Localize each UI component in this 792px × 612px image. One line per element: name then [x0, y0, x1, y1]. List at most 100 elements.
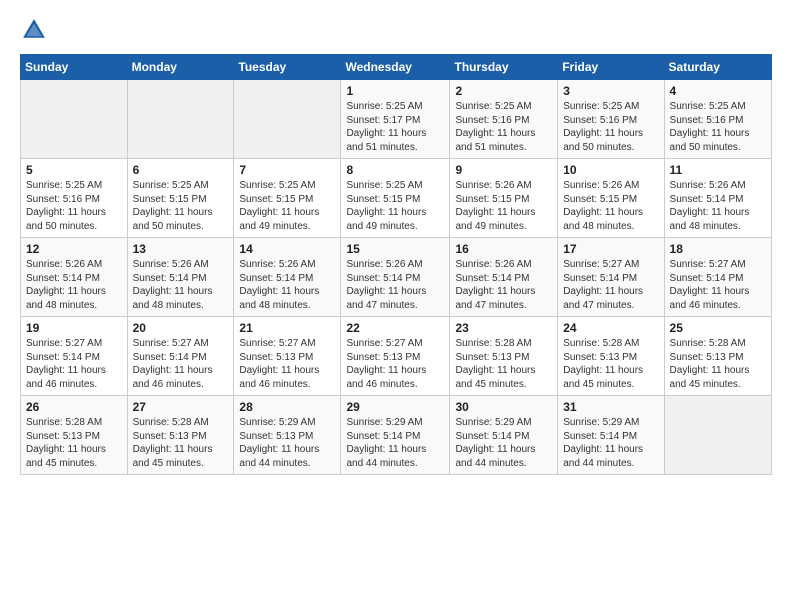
- calendar-week-4: 19 Sunrise: 5:27 AM Sunset: 5:14 PM Dayli…: [21, 317, 772, 396]
- calendar-cell: 19 Sunrise: 5:27 AM Sunset: 5:14 PM Dayli…: [21, 317, 128, 396]
- calendar-cell: 5Sunrise: 5:25 AM Sunset: 5:16 PM Daylig…: [21, 159, 128, 238]
- day-info: Sunrise: 5:26 AM Sunset: 5:14 PM Dayligh…: [133, 258, 229, 312]
- day-info: Sunrise: 5:25 AM Sunset: 5:16 PM Dayligh…: [563, 100, 658, 154]
- day-number: 17: [563, 242, 658, 256]
- weekday-header-friday: Friday: [558, 55, 664, 80]
- logo-icon: [20, 16, 48, 44]
- day-info: Sunrise: 5:25 AM Sunset: 5:15 PM Dayligh…: [346, 179, 444, 233]
- day-number: 30: [455, 400, 552, 414]
- day-number: 14: [239, 242, 335, 256]
- weekday-header-wednesday: Wednesday: [341, 55, 450, 80]
- day-number: 27: [133, 400, 229, 414]
- day-number: 28: [239, 400, 335, 414]
- day-number: 18: [670, 242, 766, 256]
- calendar-cell: 17 Sunrise: 5:27 AM Sunset: 5:14 PM Dayli…: [558, 238, 664, 317]
- calendar-cell: 27 Sunrise: 5:28 AM Sunset: 5:13 PM Dayli…: [127, 396, 234, 475]
- day-info: Sunrise: 5:25 AM Sunset: 5:16 PM Dayligh…: [455, 100, 552, 154]
- day-info: Sunrise: 5:25 AM Sunset: 5:17 PM Dayligh…: [346, 100, 444, 154]
- day-info: Sunrise: 5:27 AM Sunset: 5:14 PM Dayligh…: [563, 258, 658, 312]
- day-number: 2: [455, 84, 552, 98]
- weekday-header-tuesday: Tuesday: [234, 55, 341, 80]
- day-number: 7: [239, 163, 335, 177]
- calendar-cell: 22Sunrise: 5:27 AM Sunset: 5:13 PM Dayli…: [341, 317, 450, 396]
- calendar-cell: 13 Sunrise: 5:26 AM Sunset: 5:14 PM Dayli…: [127, 238, 234, 317]
- day-info: Sunrise: 5:27 AM Sunset: 5:13 PM Dayligh…: [346, 337, 444, 391]
- day-number: 24: [563, 321, 658, 335]
- day-number: 19: [26, 321, 122, 335]
- day-number: 12: [26, 242, 122, 256]
- day-number: 21: [239, 321, 335, 335]
- logo: [20, 16, 52, 44]
- day-info: Sunrise: 5:29 AM Sunset: 5:14 PM Dayligh…: [346, 416, 444, 470]
- day-info: Sunrise: 5:26 AM Sunset: 5:14 PM Dayligh…: [26, 258, 122, 312]
- day-number: 4: [670, 84, 766, 98]
- day-info: Sunrise: 5:26 AM Sunset: 5:14 PM Dayligh…: [239, 258, 335, 312]
- day-info: Sunrise: 5:28 AM Sunset: 5:13 PM Dayligh…: [26, 416, 122, 470]
- calendar-cell: 4Sunrise: 5:25 AM Sunset: 5:16 PM Daylig…: [664, 80, 771, 159]
- day-info: Sunrise: 5:27 AM Sunset: 5:14 PM Dayligh…: [26, 337, 122, 391]
- calendar-cell: 21 Sunrise: 5:27 AM Sunset: 5:13 PM Dayli…: [234, 317, 341, 396]
- day-info: Sunrise: 5:26 AM Sunset: 5:15 PM Dayligh…: [563, 179, 658, 233]
- calendar-cell: 20 Sunrise: 5:27 AM Sunset: 5:14 PM Dayli…: [127, 317, 234, 396]
- day-number: 25: [670, 321, 766, 335]
- weekday-header-monday: Monday: [127, 55, 234, 80]
- day-info: Sunrise: 5:28 AM Sunset: 5:13 PM Dayligh…: [455, 337, 552, 391]
- calendar-week-3: 12 Sunrise: 5:26 AM Sunset: 5:14 PM Dayli…: [21, 238, 772, 317]
- calendar-cell: 10 Sunrise: 5:26 AM Sunset: 5:15 PM Dayli…: [558, 159, 664, 238]
- day-info: Sunrise: 5:28 AM Sunset: 5:13 PM Dayligh…: [133, 416, 229, 470]
- day-number: 20: [133, 321, 229, 335]
- day-number: 11: [670, 163, 766, 177]
- day-info: Sunrise: 5:28 AM Sunset: 5:13 PM Dayligh…: [563, 337, 658, 391]
- day-number: 5: [26, 163, 122, 177]
- weekday-header-row: SundayMondayTuesdayWednesdayThursdayFrid…: [21, 55, 772, 80]
- calendar-cell: 8 Sunrise: 5:25 AM Sunset: 5:15 PM Daylig…: [341, 159, 450, 238]
- calendar-cell: 7 Sunrise: 5:25 AM Sunset: 5:15 PM Daylig…: [234, 159, 341, 238]
- calendar-cell: 29 Sunrise: 5:29 AM Sunset: 5:14 PM Dayli…: [341, 396, 450, 475]
- day-number: 13: [133, 242, 229, 256]
- calendar-cell: 30 Sunrise: 5:29 AM Sunset: 5:14 PM Dayli…: [450, 396, 558, 475]
- day-number: 3: [563, 84, 658, 98]
- calendar-cell: 16Sunrise: 5:26 AM Sunset: 5:14 PM Dayli…: [450, 238, 558, 317]
- day-info: Sunrise: 5:26 AM Sunset: 5:14 PM Dayligh…: [455, 258, 552, 312]
- day-info: Sunrise: 5:29 AM Sunset: 5:14 PM Dayligh…: [563, 416, 658, 470]
- day-number: 29: [346, 400, 444, 414]
- calendar-cell: 3 Sunrise: 5:25 AM Sunset: 5:16 PM Daylig…: [558, 80, 664, 159]
- day-number: 10: [563, 163, 658, 177]
- calendar-cell: 28 Sunrise: 5:29 AM Sunset: 5:13 PM Dayli…: [234, 396, 341, 475]
- calendar-cell: 11 Sunrise: 5:26 AM Sunset: 5:14 PM Dayli…: [664, 159, 771, 238]
- day-number: 9: [455, 163, 552, 177]
- day-info: Sunrise: 5:27 AM Sunset: 5:14 PM Dayligh…: [133, 337, 229, 391]
- day-info: Sunrise: 5:29 AM Sunset: 5:13 PM Dayligh…: [239, 416, 335, 470]
- day-info: Sunrise: 5:26 AM Sunset: 5:14 PM Dayligh…: [346, 258, 444, 312]
- day-info: Sunrise: 5:26 AM Sunset: 5:14 PM Dayligh…: [670, 179, 766, 233]
- day-number: 23: [455, 321, 552, 335]
- day-number: 31: [563, 400, 658, 414]
- day-number: 1: [346, 84, 444, 98]
- calendar-cell: 1 Sunrise: 5:25 AM Sunset: 5:17 PM Daylig…: [341, 80, 450, 159]
- weekday-header-saturday: Saturday: [664, 55, 771, 80]
- calendar-cell: 15 Sunrise: 5:26 AM Sunset: 5:14 PM Dayli…: [341, 238, 450, 317]
- calendar-cell: 25 Sunrise: 5:28 AM Sunset: 5:13 PM Dayli…: [664, 317, 771, 396]
- calendar-cell: 24 Sunrise: 5:28 AM Sunset: 5:13 PM Dayli…: [558, 317, 664, 396]
- calendar-cell: 18 Sunrise: 5:27 AM Sunset: 5:14 PM Dayli…: [664, 238, 771, 317]
- weekday-header-thursday: Thursday: [450, 55, 558, 80]
- page: SundayMondayTuesdayWednesdayThursdayFrid…: [0, 0, 792, 612]
- day-number: 6: [133, 163, 229, 177]
- day-number: 8: [346, 163, 444, 177]
- calendar-cell: [127, 80, 234, 159]
- weekday-header-sunday: Sunday: [21, 55, 128, 80]
- day-info: Sunrise: 5:28 AM Sunset: 5:13 PM Dayligh…: [670, 337, 766, 391]
- calendar-week-1: 1 Sunrise: 5:25 AM Sunset: 5:17 PM Daylig…: [21, 80, 772, 159]
- day-info: Sunrise: 5:29 AM Sunset: 5:14 PM Dayligh…: [455, 416, 552, 470]
- day-info: Sunrise: 5:25 AM Sunset: 5:15 PM Dayligh…: [133, 179, 229, 233]
- calendar-table: SundayMondayTuesdayWednesdayThursdayFrid…: [20, 54, 772, 475]
- calendar-cell: 26 Sunrise: 5:28 AM Sunset: 5:13 PM Dayli…: [21, 396, 128, 475]
- day-info: Sunrise: 5:27 AM Sunset: 5:13 PM Dayligh…: [239, 337, 335, 391]
- calendar-cell: 9Sunrise: 5:26 AM Sunset: 5:15 PM Daylig…: [450, 159, 558, 238]
- day-number: 15: [346, 242, 444, 256]
- calendar-cell: 23 Sunrise: 5:28 AM Sunset: 5:13 PM Dayli…: [450, 317, 558, 396]
- day-info: Sunrise: 5:27 AM Sunset: 5:14 PM Dayligh…: [670, 258, 766, 312]
- calendar-cell: 6 Sunrise: 5:25 AM Sunset: 5:15 PM Daylig…: [127, 159, 234, 238]
- day-number: 26: [26, 400, 122, 414]
- day-info: Sunrise: 5:25 AM Sunset: 5:15 PM Dayligh…: [239, 179, 335, 233]
